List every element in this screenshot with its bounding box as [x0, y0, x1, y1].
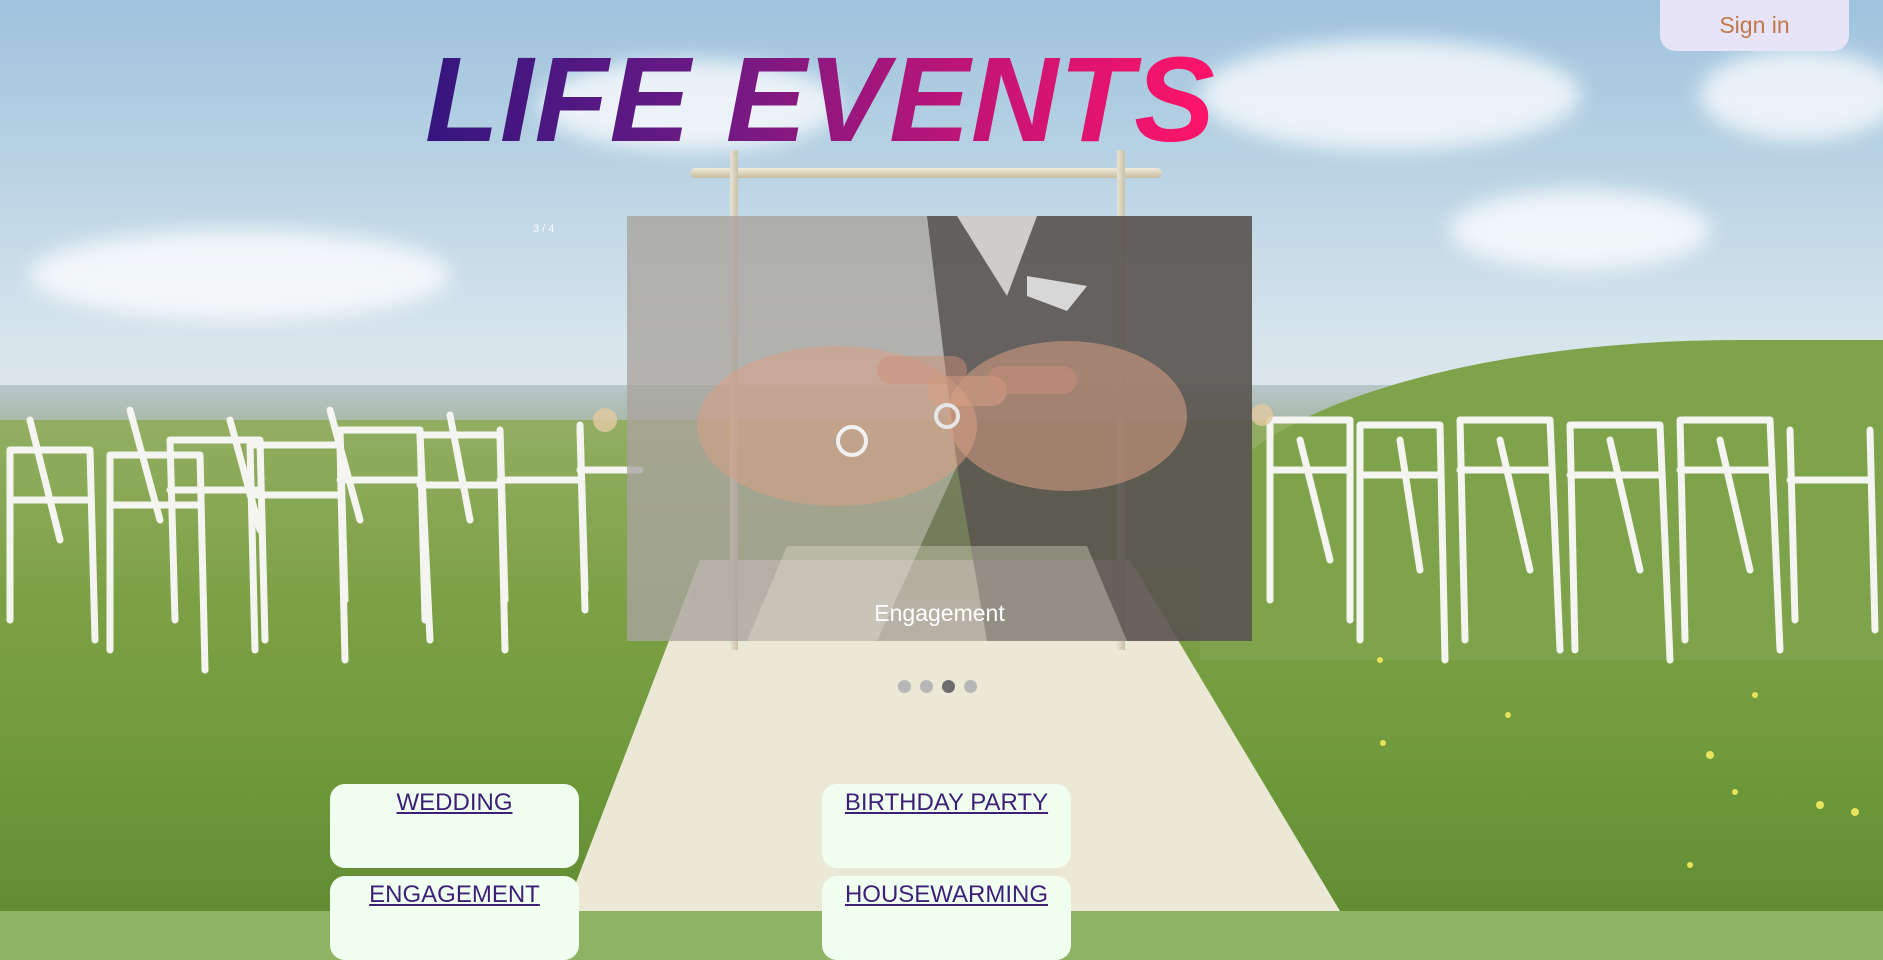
event-link-engagement[interactable]: ENGAGEMENT: [369, 881, 540, 908]
slide-counter: 3 / 4: [533, 223, 555, 235]
event-link-housewarming[interactable]: HOUSEWARMING: [845, 881, 1048, 908]
slide-dot-4[interactable]: [964, 680, 977, 693]
slide-dot-1[interactable]: [898, 680, 911, 693]
slideshow[interactable]: Engagement: [627, 216, 1252, 641]
slide-dot-2[interactable]: [920, 680, 933, 693]
event-card-birthday-party: BIRTHDAY PARTY: [822, 784, 1071, 868]
event-link-birthday-party[interactable]: BIRTHDAY PARTY: [845, 789, 1048, 816]
slide-indicators: [898, 680, 977, 693]
arch-beam: [690, 168, 1162, 178]
engagement-photo: [627, 216, 1252, 641]
page-title: LIFE EVENTS: [425, 31, 1216, 167]
slide-caption: Engagement: [874, 600, 1005, 626]
event-link-wedding[interactable]: WEDDING: [397, 789, 513, 816]
slide-dot-3[interactable]: [942, 680, 955, 693]
event-card-housewarming: HOUSEWARMING: [822, 876, 1071, 960]
event-card-engagement: ENGAGEMENT: [330, 876, 579, 960]
sign-in-button[interactable]: Sign in: [1660, 0, 1849, 51]
event-card-wedding: WEDDING: [330, 784, 579, 868]
